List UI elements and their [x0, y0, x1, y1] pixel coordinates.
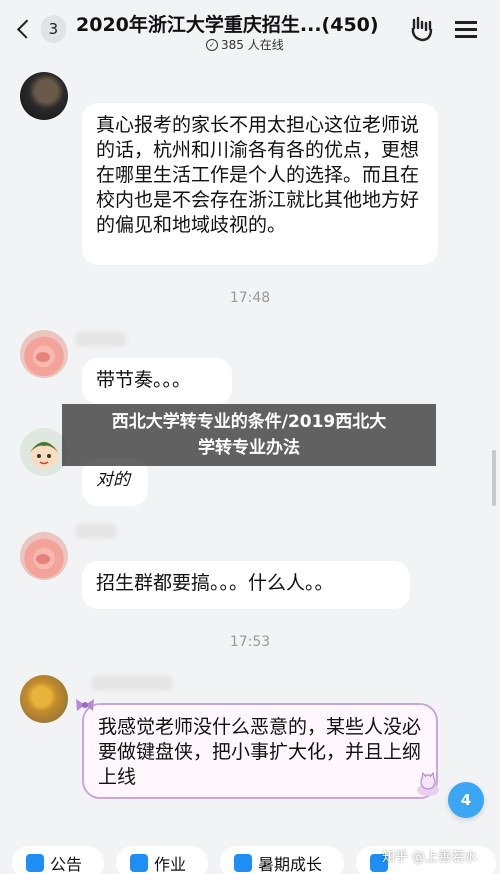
cat-decoration-icon [417, 771, 439, 796]
avatar[interactable] [20, 675, 68, 723]
banner-line-2: 学转专业办法 [198, 438, 300, 458]
avatar[interactable] [20, 330, 68, 378]
unread-badge: 3 [40, 15, 66, 43]
online-text: 385 人在线 [221, 38, 284, 52]
message-bubble[interactable]: 真心报考的家长不用太担心这位老师说的话，杭州和川渝各有各的优点，更想在哪里生活工… [82, 103, 438, 265]
chevron-left-icon [16, 19, 36, 39]
announcement-tab[interactable]: 公告 [12, 846, 104, 874]
sender-name-blurred [76, 524, 116, 538]
tab-label: 暑期成长 [258, 855, 323, 874]
scrollbar[interactable] [492, 450, 496, 506]
timestamp: 17:48 [229, 290, 271, 306]
online-icon: ✓ [206, 38, 218, 51]
summer-growth-tab[interactable]: 暑期成长 [220, 846, 344, 874]
homework-tab[interactable]: 作业 [116, 846, 208, 874]
avatar[interactable] [20, 532, 68, 580]
menu-icon[interactable] [452, 14, 482, 44]
article-title-banner: 西北大学转专业的条件/2019西北大 学转专业办法 [62, 404, 436, 466]
homework-icon [130, 854, 148, 872]
sender-name-blurred [76, 332, 126, 346]
bow-decoration-icon [76, 699, 94, 711]
banner-line-1: 西北大学转专业的条件/2019西北大 [111, 412, 387, 432]
watermark: 知乎 @上善若水 [382, 850, 478, 865]
message-bubble[interactable]: 带节奏。。。 [82, 358, 232, 404]
group-title: 2020年浙江大学重庆招生...(450) [76, 14, 379, 36]
message-bubble[interactable]: 我感觉老师没什么恶意的，某些人没必要做键盘侠，把小事扩大化，并且上纲上线 [82, 703, 438, 799]
hand-gesture-icon[interactable] [408, 14, 438, 44]
avatar[interactable] [20, 72, 68, 120]
boy-avatar-icon [30, 441, 58, 469]
online-count: ✓ 385 人在线 [206, 36, 284, 53]
tab-label: 作业 [154, 855, 187, 874]
new-messages-button[interactable]: 4 [448, 782, 484, 818]
sender-name-blurred [92, 676, 172, 690]
announcement-icon [26, 854, 44, 872]
back-button[interactable]: 3 [12, 14, 66, 44]
avatar[interactable] [20, 428, 68, 476]
summer-growth-icon [234, 854, 252, 872]
tab-label: 公告 [50, 855, 83, 874]
chat-header: 3 2020年浙江大学重庆招生...(450) ✓ 385 人在线 [0, 0, 500, 60]
message-bubble[interactable]: 招生群都要搞。。。什么人。。 [82, 561, 410, 609]
timestamp: 17:53 [229, 634, 271, 650]
